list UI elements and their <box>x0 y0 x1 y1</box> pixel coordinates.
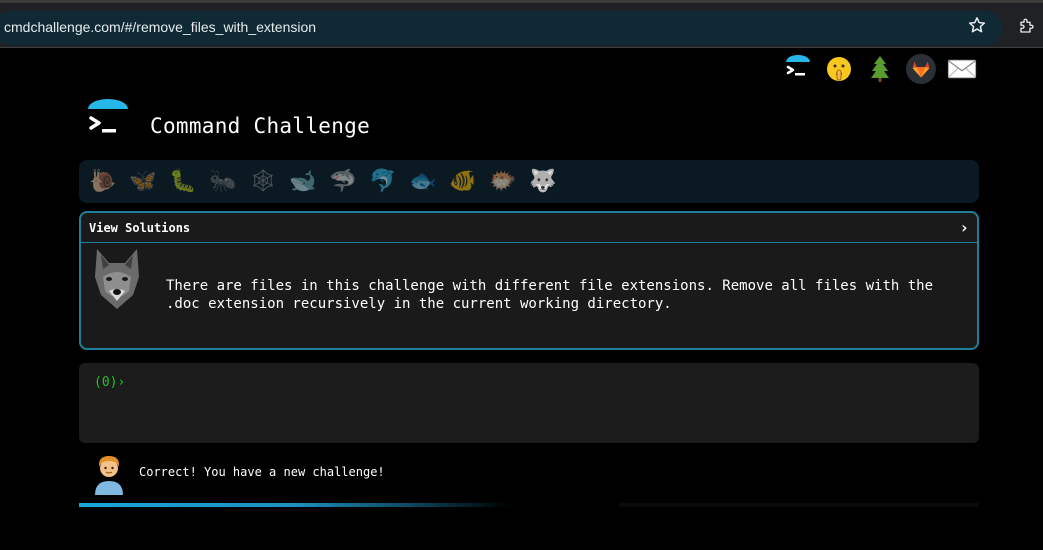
bookmark-star-icon[interactable] <box>968 16 986 34</box>
command-challenge-logo <box>88 99 128 133</box>
blowfish-icon[interactable]: 🐡 <box>487 166 519 198</box>
person-avatar-icon <box>95 456 123 495</box>
dolphin-icon[interactable]: 🐬 <box>367 166 399 198</box>
top-links <box>783 52 977 86</box>
address-bar[interactable]: cmdchallenge.com/#/remove_files_with_ext… <box>0 11 1002 45</box>
terminal-input-area[interactable]: (0)› <box>79 363 979 443</box>
extensions-puzzle-icon[interactable] <box>1018 17 1036 35</box>
spider-web-icon[interactable]: 🕸 <box>247 166 279 198</box>
challenge-body: There are files in this challenge with d… <box>81 243 977 348</box>
feedback-message: Correct! You have a new challenge! <box>139 465 385 479</box>
envelope-icon[interactable] <box>947 54 977 84</box>
shark-icon[interactable]: 🦈 <box>327 166 359 198</box>
tropical-fish-icon[interactable]: 🐠 <box>447 166 479 198</box>
page-title: Command Challenge <box>150 114 371 138</box>
terminal-prompt: (0)› <box>94 375 126 390</box>
toolbar-divider <box>0 47 1043 48</box>
butterfly-icon[interactable]: 🦋 <box>127 166 159 198</box>
wolf-icon[interactable]: 🐺 <box>527 166 559 198</box>
gitlab-icon[interactable] <box>906 54 936 84</box>
view-solutions-label[interactable]: View Solutions <box>89 221 190 235</box>
progress-bar-fill <box>79 503 619 507</box>
ant-icon[interactable]: 🐜 <box>207 166 239 198</box>
caterpillar-icon[interactable]: 🐛 <box>167 166 199 198</box>
progress-bar <box>79 503 979 507</box>
shushing-face-icon[interactable] <box>824 54 854 84</box>
view-solutions-toggle[interactable]: View Solutions › <box>81 213 977 243</box>
browser-toolbar: cmdchallenge.com/#/remove_files_with_ext… <box>0 0 1043 48</box>
chevron-right-icon[interactable]: › <box>959 218 969 237</box>
snail-icon[interactable]: 🐌 <box>87 166 119 198</box>
address-bar-url[interactable]: cmdchallenge.com/#/remove_files_with_ext… <box>4 19 316 35</box>
wolf-avatar-icon <box>95 249 139 309</box>
fish-icon[interactable]: 🐟 <box>407 166 439 198</box>
whale-icon[interactable]: 🐋 <box>287 166 319 198</box>
terminal-logo-icon[interactable] <box>783 54 813 84</box>
challenge-levels-bar: 🐌 🦋 🐛 🐜 🕸 🐋 🦈 🐬 🐟 🐠 🐡 🐺 <box>79 160 979 203</box>
challenge-description: There are files in this challenge with d… <box>166 278 934 312</box>
evergreen-tree-icon[interactable] <box>865 54 895 84</box>
challenge-panel: View Solutions › There are files in this… <box>79 211 979 350</box>
